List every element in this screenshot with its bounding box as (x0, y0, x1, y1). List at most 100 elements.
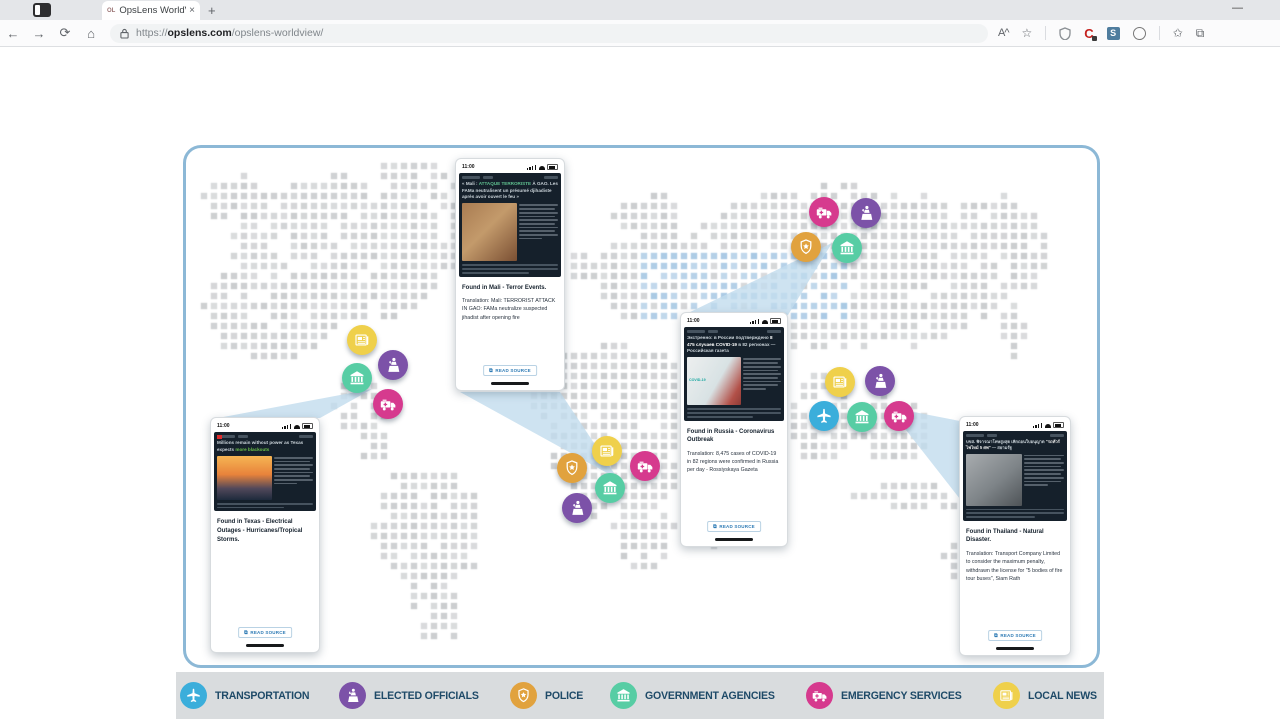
favorites-star-icon[interactable]: ☆ (1022, 26, 1033, 40)
tweet-text-bars (1024, 454, 1064, 506)
forward-icon[interactable]: → (26, 26, 52, 41)
multi-window-icon[interactable]: ⧉ (1196, 26, 1205, 41)
signal-wifi-battery-icons (1032, 422, 1064, 428)
tweet-header-bars (687, 330, 781, 333)
local-news-icon (993, 682, 1020, 709)
police-map-marker[interactable] (791, 232, 821, 262)
elected-officials-map-marker[interactable] (562, 493, 592, 523)
read-aloud-icon[interactable]: A^ (998, 27, 1009, 39)
read-source-button[interactable]: ⧉ READ SOURCE (483, 365, 537, 376)
legend-label: GOVERNMENT AGENCIES (645, 689, 776, 702)
web-page: 11:00 Millions remain without power as T… (0, 47, 1280, 720)
wifi-icon (538, 166, 545, 170)
local-news-map-marker[interactable] (347, 325, 377, 355)
tweet-photo-street-scene (462, 203, 517, 262)
home-indicator (715, 538, 753, 541)
phone-status-bar: 11:00 (963, 419, 1067, 430)
legend-label: LOCAL NEWS (1028, 689, 1097, 702)
local-news-map-marker[interactable] (592, 436, 622, 466)
tweet-headline: บขส. พิจารณาโทษสูงสุด เพิกถอนใบอนุญาต "ร… (966, 439, 1060, 451)
legend-item-local-news: LOCAL NEWS (993, 682, 1100, 709)
window-minimize-button[interactable]: — (1232, 2, 1243, 14)
government-agencies-map-marker[interactable] (342, 363, 372, 393)
category-legend: TRANSPORTATION ELECTED OFFICIALS POLICE … (176, 672, 1104, 719)
refresh-icon[interactable]: ⟳ (52, 25, 78, 41)
extension-c-icon[interactable]: C (1084, 26, 1098, 41)
url-text: https://opslens.com/opslens-worldview/ (136, 27, 324, 39)
signal-wifi-battery-icons (281, 423, 313, 429)
tab-actions-icon[interactable] (33, 3, 51, 17)
read-source-button[interactable]: ⧉ READ SOURCE (707, 521, 761, 532)
government-agencies-map-marker[interactable] (847, 402, 877, 432)
translation-text: Translation: Transport Company Limited t… (966, 551, 1063, 582)
government-agencies-map-marker[interactable] (595, 473, 625, 503)
cookie-extension-icon[interactable] (1132, 26, 1146, 40)
legend-item-emergency-services: EMERGENCY SERVICES (806, 682, 967, 709)
emergency-services-map-marker[interactable] (373, 389, 403, 419)
battery-icon (547, 164, 558, 170)
covid-label: COVID-19 (689, 377, 706, 382)
elected-officials-map-marker[interactable] (378, 350, 408, 380)
news-card-thailand: 11:00 บขส. พิจารณาโทษสูงสุด เพิกถอนใบอนุ… (959, 416, 1071, 656)
tab-close-icon[interactable]: × (189, 5, 195, 16)
extension-s-icon[interactable]: S (1106, 26, 1120, 40)
phone-status-bar: 11:00 (214, 420, 316, 431)
government-agencies-icon (610, 682, 638, 709)
government-agencies-map-marker[interactable] (832, 233, 862, 263)
phone-time: 11:00 (687, 318, 700, 324)
tweet-headline: Millions remain without power as Texas e… (217, 440, 304, 452)
tweet-screenshot: Экстренно: в России подтверждено 8 475 с… (684, 327, 784, 421)
tweet-photo-power-lines (217, 455, 272, 500)
tweet-header-bars (966, 434, 1064, 437)
wifi-icon (761, 320, 768, 324)
police-map-marker[interactable] (557, 453, 587, 483)
signal-wifi-battery-icons (749, 318, 781, 324)
tab-title: OpsLens WorldView (119, 5, 186, 16)
translation-text: Translation: 8,475 cases of COVID-19 in … (687, 450, 779, 474)
phone-status-bar: 11:00 (684, 315, 784, 326)
shield-extension-icon[interactable] (1059, 26, 1071, 40)
translation-text: Translation: Mali: TERRORIST ATTACK IN G… (462, 298, 556, 321)
phone-status-bar: 11:00 (459, 161, 561, 172)
emergency-services-map-marker[interactable] (630, 451, 660, 481)
tweet-headline: Экстренно: в России подтверждено 8 475 с… (687, 335, 776, 354)
collections-star-icon[interactable]: ✩ (1173, 26, 1183, 40)
news-card-russia: 11:00 Экстренно: в России подтверждено 8… (680, 312, 788, 547)
signal-wifi-battery-icons (526, 164, 558, 170)
elected-officials-map-marker[interactable] (851, 198, 881, 228)
tab-favicon: OL (107, 7, 116, 14)
tweet-text-bars (743, 357, 781, 405)
tweet-text-bars (519, 203, 558, 261)
browser-toolbar: ← → ⟳ ⌂ https://opslens.com/opslens-worl… (0, 20, 1280, 47)
phone-time: 11:00 (217, 423, 230, 429)
read-source-button[interactable]: ⧉ READ SOURCE (988, 630, 1042, 641)
emergency-services-map-marker[interactable] (809, 197, 839, 227)
tweet-text-bars (274, 456, 313, 500)
legend-label: EMERGENCY SERVICES (841, 689, 962, 702)
tweet-text-bars (217, 502, 313, 509)
transportation-map-marker[interactable] (809, 401, 839, 431)
back-icon[interactable]: ← (0, 26, 26, 41)
tab-strip: OL OpsLens WorldView × + — (0, 0, 1280, 20)
news-card-texas: 11:00 Millions remain without power as T… (210, 417, 320, 653)
legend-item-elected-officials: ELECTED OFFICIALS (339, 682, 483, 709)
legend-item-government-agencies: GOVERNMENT AGENCIES (610, 682, 780, 709)
legend-item-transportation: TRANSPORTATION (180, 682, 313, 709)
found-title: Found in Mali - Terror Events. (462, 284, 547, 291)
tweet-screenshot: Millions remain without power as Texas e… (214, 432, 316, 512)
tweet-header-bars (217, 435, 313, 438)
tweet-photo-covid: COVID-19 (687, 357, 741, 406)
emergency-services-icon (806, 682, 834, 709)
read-source-button[interactable]: ⧉ READ SOURCE (238, 627, 292, 638)
home-icon[interactable]: ⌂ (78, 26, 104, 41)
address-bar[interactable]: https://opslens.com/opslens-worldview/ (110, 23, 988, 43)
active-tab[interactable]: OL OpsLens WorldView × (102, 1, 200, 20)
toolbar-divider (1158, 26, 1160, 40)
elected-officials-map-marker[interactable] (865, 366, 895, 396)
emergency-services-map-marker[interactable] (884, 401, 914, 431)
open-link-icon: ⧉ (994, 632, 998, 639)
local-news-map-marker[interactable] (825, 367, 855, 397)
legend-label: POLICE (544, 689, 583, 702)
new-tab-button[interactable]: + (208, 3, 216, 18)
battery-icon (302, 423, 313, 429)
